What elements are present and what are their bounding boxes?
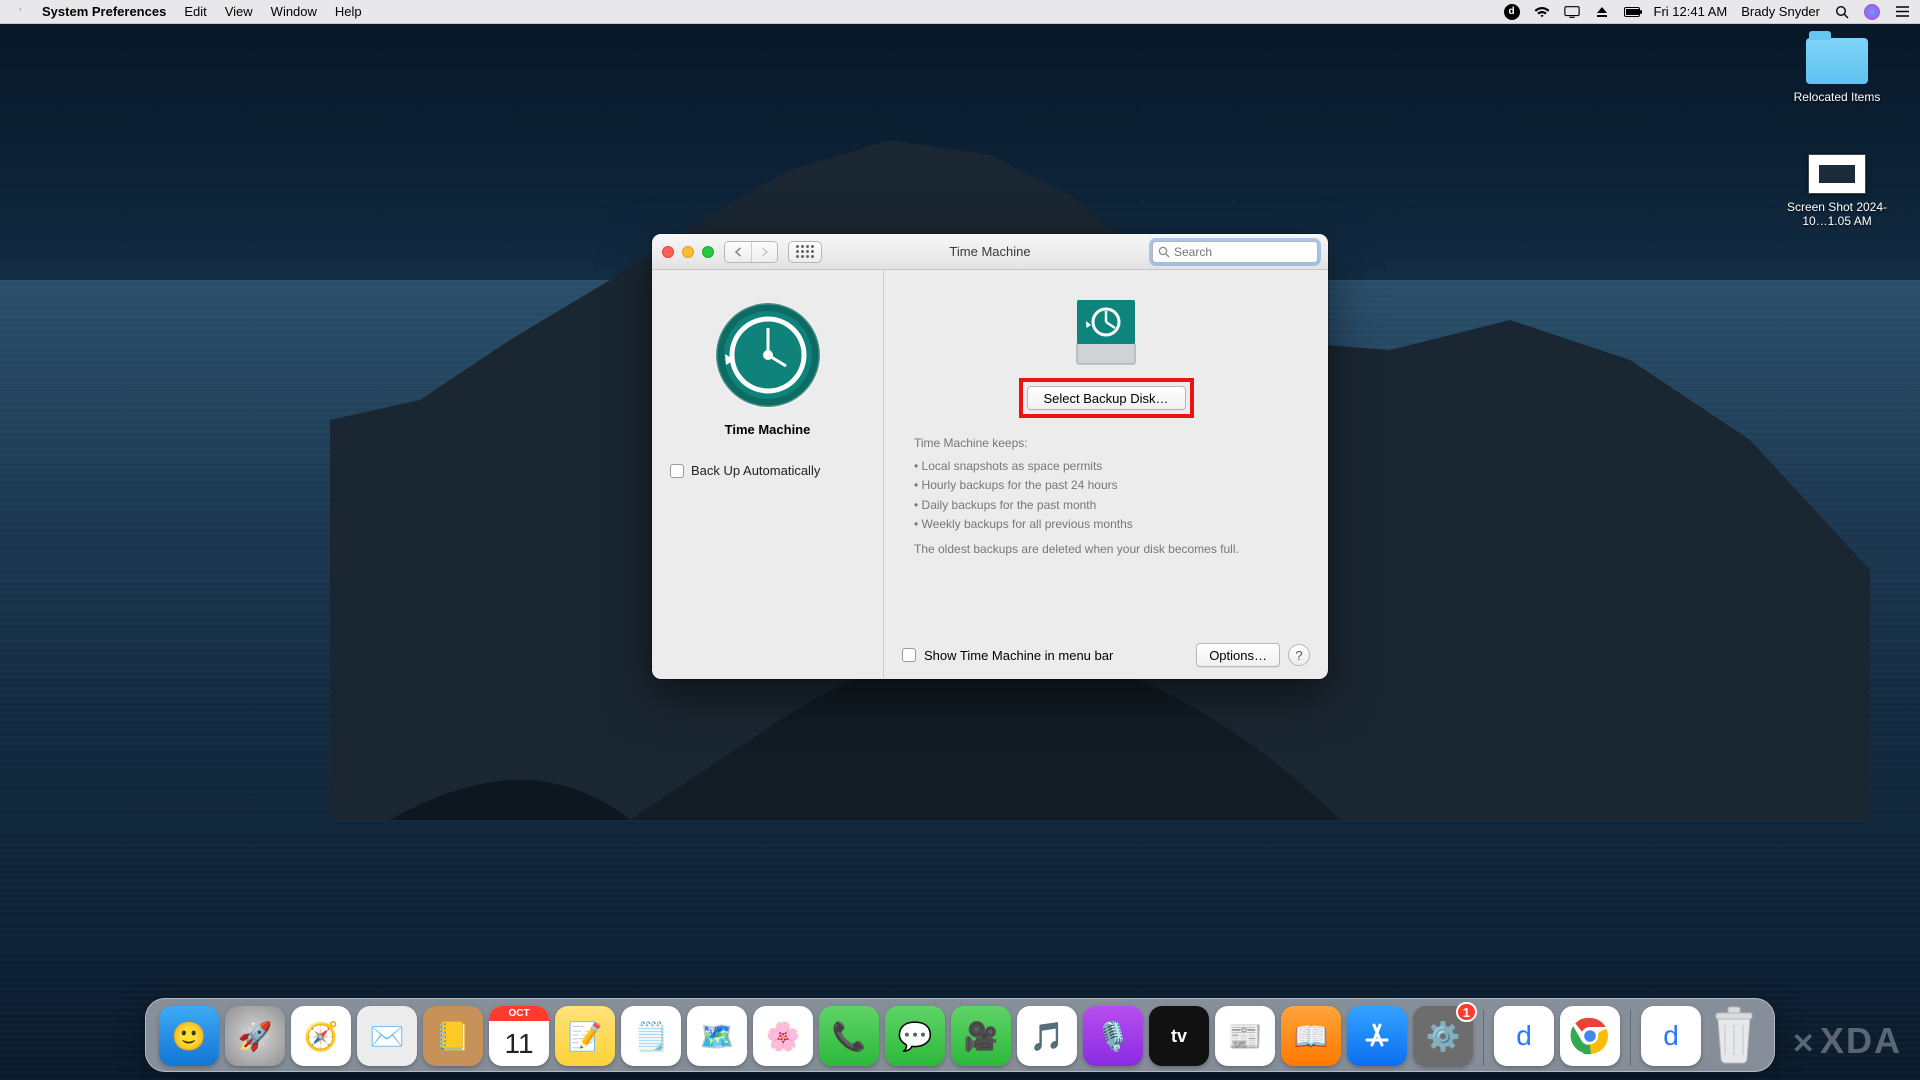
annotation-highlight: Select Backup Disk…: [1019, 378, 1194, 418]
desktop: System Preferences Edit View Window Help…: [0, 0, 1920, 1080]
left-pane: Time Machine Back Up Automatically: [652, 270, 884, 679]
folder-icon: [1806, 38, 1868, 84]
minimize-button[interactable]: [682, 246, 694, 258]
dock-news[interactable]: 📰: [1215, 1006, 1275, 1066]
dock-system-preferences[interactable]: ⚙️1: [1413, 1006, 1473, 1066]
oldest-note: The oldest backups are deleted when your…: [914, 540, 1308, 559]
siri-icon[interactable]: [1864, 4, 1880, 20]
nav-segmented: [724, 241, 778, 263]
traffic-lights: [662, 246, 714, 258]
menu-view[interactable]: View: [225, 4, 253, 19]
app-name[interactable]: System Preferences: [42, 4, 166, 19]
dock-calendar[interactable]: OCT11: [489, 1006, 549, 1066]
menubar: System Preferences Edit View Window Help…: [0, 0, 1920, 24]
timemachine-label: Time Machine: [725, 422, 811, 437]
backup-disk-icon: [1071, 296, 1141, 370]
dock-appstore[interactable]: [1347, 1006, 1407, 1066]
desktop-folder-relocated[interactable]: Relocated Items: [1782, 38, 1892, 104]
backup-auto-checkbox[interactable]: [670, 464, 684, 478]
menu-edit[interactable]: Edit: [184, 4, 206, 19]
dock-launchpad[interactable]: 🚀: [225, 1006, 285, 1066]
spotlight-icon[interactable]: [1834, 4, 1850, 20]
status-d-icon[interactable]: d: [1504, 4, 1520, 20]
dock-music[interactable]: 🎵: [1017, 1006, 1077, 1066]
backup-auto-row[interactable]: Back Up Automatically: [664, 463, 820, 478]
desktop-screenshot[interactable]: Screen Shot 2024-10…1.05 AM: [1782, 154, 1892, 228]
dock-notes[interactable]: 📝: [555, 1006, 615, 1066]
keeps-item: Daily backups for the past month: [914, 496, 1308, 515]
dock-divider: [1483, 1010, 1484, 1066]
timemachine-info: Time Machine keeps: Local snapshots as s…: [904, 434, 1308, 559]
help-button[interactable]: ?: [1288, 644, 1310, 666]
eject-icon[interactable]: [1594, 4, 1610, 20]
dock-podcasts[interactable]: 🎙️: [1083, 1006, 1143, 1066]
forward-button[interactable]: [751, 242, 777, 262]
menubar-clock[interactable]: Fri 12:41 AM: [1654, 4, 1728, 19]
close-button[interactable]: [662, 246, 674, 258]
dock-safari[interactable]: 🧭: [291, 1006, 351, 1066]
dock-maps[interactable]: 🗺️: [687, 1006, 747, 1066]
notification-center-icon[interactable]: [1894, 4, 1910, 20]
keeps-item: Hourly backups for the past 24 hours: [914, 476, 1308, 495]
dock-facetime[interactable]: 🎥: [951, 1006, 1011, 1066]
dock-finder[interactable]: 🙂: [159, 1006, 219, 1066]
search-icon: [1158, 246, 1170, 258]
dock-photos[interactable]: 🌸: [753, 1006, 813, 1066]
dock-divider: [1630, 1010, 1631, 1066]
dock: 🙂🚀🧭✉️📒OCT11📝🗒️🗺️🌸📞💬🎥🎵🎙️tv📰📖 ⚙️1 d d: [145, 998, 1775, 1072]
backup-auto-label: Back Up Automatically: [691, 463, 820, 478]
dock-books[interactable]: 📖: [1281, 1006, 1341, 1066]
dock-app-d[interactable]: d: [1494, 1006, 1554, 1066]
dock-tv[interactable]: tv: [1149, 1006, 1209, 1066]
select-backup-disk-button[interactable]: Select Backup Disk…: [1027, 386, 1186, 410]
dock-messages[interactable]: 💬: [885, 1006, 945, 1066]
window-titlebar[interactable]: Time Machine: [652, 234, 1328, 270]
keeps-item: Weekly backups for all previous months: [914, 515, 1308, 534]
menu-window[interactable]: Window: [271, 4, 317, 19]
back-button[interactable]: [725, 242, 751, 262]
search-input[interactable]: [1174, 245, 1312, 259]
display-icon[interactable]: [1564, 4, 1580, 20]
dock-contacts[interactable]: 📒: [423, 1006, 483, 1066]
dock-app-d2[interactable]: d: [1641, 1006, 1701, 1066]
desktop-item-label: Screen Shot 2024-10…1.05 AM: [1782, 200, 1892, 228]
menubar-user[interactable]: Brady Snyder: [1741, 4, 1820, 19]
timemachine-window: Time Machine Time Machine: [652, 234, 1328, 679]
show-in-menubar-checkbox[interactable]: [902, 648, 916, 662]
watermark: ✕XDA: [1792, 1020, 1902, 1062]
timemachine-icon: [713, 300, 823, 410]
screenshot-thumb-icon: [1808, 154, 1866, 194]
desktop-item-label: Relocated Items: [1782, 90, 1892, 104]
dock-trash[interactable]: [1707, 1004, 1761, 1066]
dock-badge: 1: [1456, 1002, 1477, 1022]
show-in-menubar-label: Show Time Machine in menu bar: [924, 648, 1113, 663]
dock-mail[interactable]: ✉️: [357, 1006, 417, 1066]
right-pane: Select Backup Disk… Time Machine keeps: …: [884, 270, 1328, 679]
dock-reminders[interactable]: 🗒️: [621, 1006, 681, 1066]
dock-facetime-audio[interactable]: 📞: [819, 1006, 879, 1066]
menu-help[interactable]: Help: [335, 4, 362, 19]
options-button[interactable]: Options…: [1196, 643, 1280, 667]
search-field-wrap[interactable]: [1152, 241, 1318, 263]
show-all-button[interactable]: [788, 241, 822, 263]
keeps-item: Local snapshots as space permits: [914, 457, 1308, 476]
dock-chrome[interactable]: [1560, 1006, 1620, 1066]
keeps-header: Time Machine keeps:: [914, 434, 1308, 453]
wifi-icon[interactable]: [1534, 4, 1550, 20]
battery-icon[interactable]: [1624, 4, 1640, 20]
zoom-button[interactable]: [702, 246, 714, 258]
apple-menu-icon[interactable]: [10, 3, 24, 20]
